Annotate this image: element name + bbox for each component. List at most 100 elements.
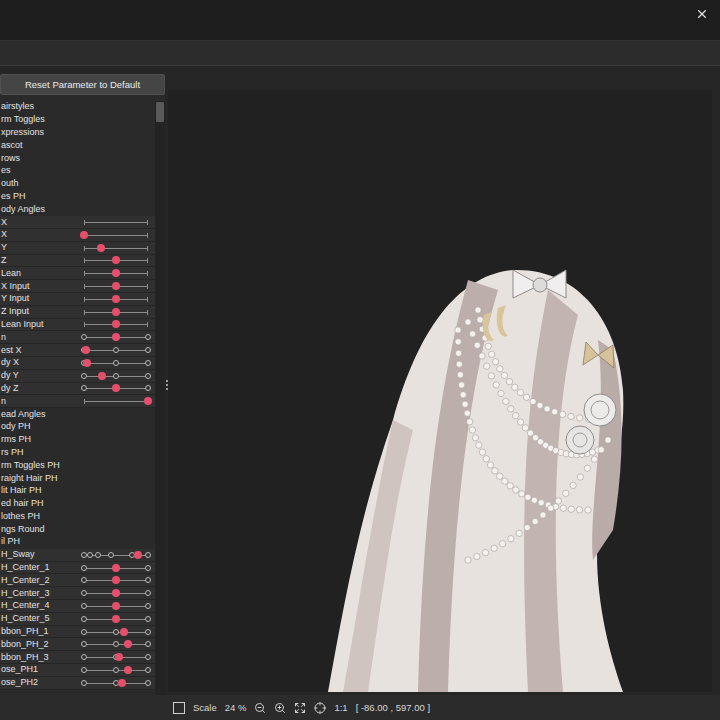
parameter-row[interactable]: Z — [0, 255, 155, 268]
zoom-out-button[interactable] — [254, 702, 266, 714]
parameter-row[interactable]: Y Input — [0, 293, 155, 306]
parameter-group[interactable]: rows — [0, 152, 155, 165]
slider-knob[interactable] — [83, 359, 91, 367]
parameter-slider[interactable] — [84, 268, 148, 278]
scale-checkbox[interactable] — [173, 702, 185, 714]
zoom-in-icon[interactable] — [274, 702, 286, 714]
scroll-thumb[interactable] — [156, 102, 164, 122]
slider-knob[interactable] — [112, 384, 120, 392]
parameter-group[interactable]: ascot — [0, 139, 155, 152]
slider-knob[interactable] — [124, 666, 132, 674]
parameter-slider[interactable] — [84, 345, 148, 355]
parameter-group[interactable]: outh — [0, 178, 155, 191]
parameter-row[interactable]: dy X — [0, 357, 155, 370]
parameter-slider[interactable] — [84, 563, 148, 573]
slider-knob[interactable] — [115, 653, 123, 661]
parameter-group[interactable]: il PH — [0, 536, 155, 549]
parameter-group[interactable]: es PH — [0, 191, 155, 204]
fit-icon[interactable] — [294, 702, 306, 714]
parameter-group[interactable]: rm Toggles — [0, 114, 155, 127]
parameter-group[interactable]: airstyles — [0, 101, 155, 114]
slider-knob[interactable] — [112, 295, 120, 303]
slider-knob[interactable] — [112, 564, 120, 572]
parameter-row[interactable]: H_Center_2 — [0, 574, 155, 587]
parameter-group[interactable]: ngs Round — [0, 523, 155, 536]
parameter-row[interactable]: H_Center_4 — [0, 600, 155, 613]
parameter-row[interactable]: Lean — [0, 267, 155, 280]
slider-knob[interactable] — [112, 602, 120, 610]
slider-knob[interactable] — [97, 244, 105, 252]
parameter-group[interactable]: rms PH — [0, 434, 155, 447]
parameter-slider[interactable] — [84, 332, 148, 342]
parameter-slider[interactable] — [84, 371, 148, 381]
slider-knob[interactable] — [112, 576, 120, 584]
parameter-row[interactable]: H_Center_5 — [0, 613, 155, 626]
parameter-row[interactable]: ose_PH2 — [0, 677, 155, 690]
parameter-group[interactable]: raight Hair PH — [0, 472, 155, 485]
parameter-slider[interactable] — [84, 614, 148, 624]
parameter-group[interactable]: rm Toggles PH — [0, 459, 155, 472]
zoom-out-icon[interactable] — [254, 702, 266, 714]
parameter-row[interactable]: H_Center_1 — [0, 562, 155, 575]
slider-knob[interactable] — [112, 320, 120, 328]
slider-knob[interactable] — [82, 346, 90, 354]
slider-knob[interactable] — [112, 589, 120, 597]
slider-knob[interactable] — [112, 256, 120, 264]
slider-knob[interactable] — [98, 372, 106, 380]
parameter-group[interactable]: lothes PH — [0, 511, 155, 524]
slider-knob[interactable] — [118, 679, 126, 687]
parameter-slider[interactable] — [84, 294, 148, 304]
zoom-in-button[interactable] — [274, 702, 286, 714]
model-canvas[interactable] — [168, 90, 712, 692]
parameter-slider[interactable] — [84, 230, 148, 240]
parameter-slider[interactable] — [84, 217, 148, 227]
crosshair-icon[interactable] — [314, 702, 326, 714]
parameter-slider[interactable] — [84, 639, 148, 649]
parameter-group[interactable]: ody Angles — [0, 203, 155, 216]
parameter-row[interactable]: est X — [0, 344, 155, 357]
parameter-slider[interactable] — [84, 601, 148, 611]
close-button[interactable] — [692, 5, 712, 23]
parameter-row[interactable]: X Input — [0, 280, 155, 293]
slider-knob[interactable] — [120, 628, 128, 636]
ratio-button[interactable]: 1:1 — [334, 702, 347, 713]
parameter-row[interactable]: n — [0, 331, 155, 344]
slider-knob[interactable] — [112, 308, 120, 316]
parameter-slider[interactable] — [84, 358, 148, 368]
parameter-group[interactable]: ead Angles — [0, 408, 155, 421]
parameter-slider[interactable] — [84, 575, 148, 585]
center-button[interactable] — [314, 702, 326, 714]
scrollbar[interactable] — [155, 101, 165, 695]
parameter-slider[interactable] — [84, 319, 148, 329]
parameter-row[interactable]: Lean Input — [0, 319, 155, 332]
parameter-slider[interactable] — [84, 627, 148, 637]
parameter-row[interactable]: X — [0, 229, 155, 242]
slider-knob[interactable] — [112, 282, 120, 290]
parameter-slider[interactable] — [84, 307, 148, 317]
parameter-row[interactable]: bbon_PH_1 — [0, 626, 155, 639]
slider-knob[interactable] — [134, 551, 142, 559]
parameter-row[interactable]: dy Y — [0, 370, 155, 383]
parameter-row[interactable]: Y — [0, 242, 155, 255]
parameter-group[interactable]: lit Hair PH — [0, 485, 155, 498]
parameter-slider[interactable] — [84, 281, 148, 291]
parameter-row[interactable]: X — [0, 216, 155, 229]
fit-button[interactable] — [294, 702, 306, 714]
parameter-group[interactable]: xpressions — [0, 127, 155, 140]
slider-knob[interactable] — [124, 640, 132, 648]
parameter-row[interactable]: ose_PH1 — [0, 664, 155, 677]
parameter-slider[interactable] — [84, 678, 148, 688]
slider-knob[interactable] — [112, 333, 120, 341]
parameter-slider[interactable] — [84, 550, 148, 560]
parameter-slider[interactable] — [84, 588, 148, 598]
parameter-row[interactable]: bbon_PH_3 — [0, 651, 155, 664]
parameter-group[interactable]: es — [0, 165, 155, 178]
parameter-row[interactable]: n — [0, 395, 155, 408]
slider-knob[interactable] — [80, 231, 88, 239]
parameter-group[interactable]: ody PH — [0, 421, 155, 434]
parameter-slider[interactable] — [84, 396, 148, 406]
parameter-row[interactable]: H_Center_3 — [0, 587, 155, 600]
slider-knob[interactable] — [112, 269, 120, 277]
parameter-row[interactable]: bbon_PH_2 — [0, 638, 155, 651]
parameter-slider[interactable] — [84, 255, 148, 265]
